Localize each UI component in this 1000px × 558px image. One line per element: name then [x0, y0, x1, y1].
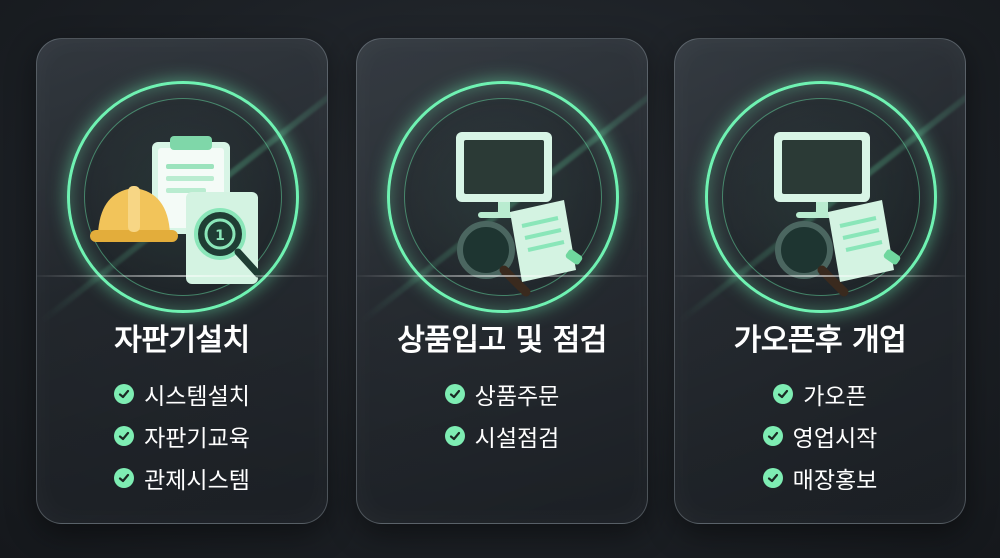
list-item-label: 자판기교육 — [144, 426, 250, 452]
check-icon — [114, 426, 135, 446]
list-item: 상품주문 — [357, 373, 647, 415]
list-item: 시설점검 — [357, 415, 647, 457]
check-icon — [444, 426, 465, 446]
check-icon — [762, 426, 783, 446]
step-card-stocking: 상품입고 및 점검 상품주문 시설점검 — [356, 38, 648, 524]
checklist: 상품주문 시설점검 — [357, 373, 647, 457]
card-title: 가오픈후 개업 — [733, 323, 907, 358]
card-title: 상품입고 및 점검 — [397, 323, 607, 358]
check-icon — [444, 384, 465, 404]
hardhat-clipboard-certificate-icon: 1 — [90, 136, 262, 284]
list-item-label: 시스템설치 — [144, 384, 250, 410]
check-icon — [773, 384, 794, 404]
list-item-label: 시설점검 — [474, 426, 560, 452]
list-item: 시스템설치 — [37, 373, 327, 415]
svg-text:1: 1 — [215, 228, 225, 244]
illustration-ring: 1 — [67, 81, 299, 313]
list-item: 영업시작 — [675, 415, 965, 457]
step-card-install: 1 자판기설치 시스템설치 자판기교육 관제시스템 — [36, 38, 328, 524]
list-item-label: 상품주문 — [474, 384, 560, 410]
check-icon — [114, 384, 135, 404]
list-item: 가오픈 — [675, 373, 965, 415]
illustration-ring — [387, 81, 619, 313]
list-item: 관제시스템 — [37, 457, 327, 499]
illustration-ring — [705, 81, 937, 313]
list-item: 자판기교육 — [37, 415, 327, 457]
checklist: 가오픈 영업시작 매장홍보 — [675, 373, 965, 499]
list-item-label: 관제시스템 — [144, 468, 250, 494]
check-icon — [114, 468, 135, 488]
monitor-magnifier-document-icon — [774, 132, 901, 297]
card-title: 자판기설치 — [114, 323, 250, 358]
step-card-opening: 가오픈후 개업 가오픈 영업시작 매장홍보 — [674, 38, 966, 524]
check-icon — [762, 468, 783, 488]
list-item-label: 매장홍보 — [792, 468, 878, 494]
list-item-label: 영업시작 — [792, 426, 878, 452]
checklist: 시스템설치 자판기교육 관제시스템 — [37, 373, 327, 499]
list-item-label: 가오픈 — [803, 384, 867, 410]
list-item: 매장홍보 — [675, 457, 965, 499]
monitor-magnifier-document-icon — [456, 132, 583, 297]
